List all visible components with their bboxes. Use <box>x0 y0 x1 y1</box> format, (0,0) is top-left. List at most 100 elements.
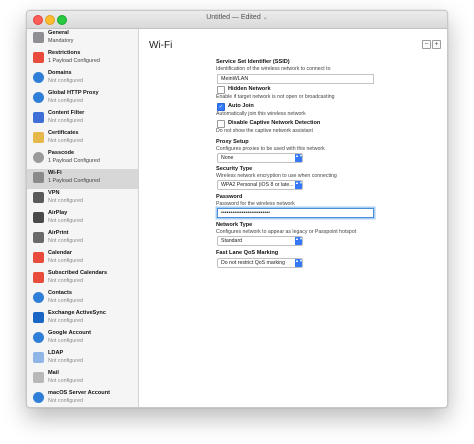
sidebar-item-label: Contacts <box>48 290 72 296</box>
key-icon <box>33 152 44 163</box>
sidebar-item[interactable]: Global HTTP Proxy Not configured <box>27 89 138 109</box>
sidebar-item-label: General <box>48 30 69 36</box>
globe-icon <box>33 292 44 303</box>
payload-sidebar: General Mandatory Restrictions 1 Payload Co… <box>27 29 139 407</box>
sidebar-item-status: Not configured <box>48 298 84 304</box>
sidebar-item-label: Exchange ActiveSync <box>48 310 106 316</box>
proxy-setup-select[interactable]: None ▲▼ <box>217 153 303 163</box>
sidebar-item[interactable]: Content Filter Not configured <box>27 109 138 129</box>
sidebar-item-status: Mandatory <box>48 38 74 44</box>
proxy-setup-label: Proxy Setup <box>216 139 249 145</box>
vpn-icon <box>33 192 44 203</box>
window-title-text: Untitled — Edited <box>206 14 261 21</box>
restrictions-icon <box>33 52 44 63</box>
network-type-value: Standard <box>221 238 243 244</box>
sidebar-item[interactable]: LDAP Not configured <box>27 349 138 369</box>
sidebar-item[interactable]: Mail Not configured <box>27 369 138 389</box>
hidden-network-checkbox[interactable] <box>217 86 225 94</box>
exchange-icon <box>33 312 44 323</box>
sidebar-item[interactable]: Domains Not configured <box>27 69 138 89</box>
sidebar-item[interactable]: Calendar Not configured <box>27 249 138 269</box>
qos-marking-value: Do not restrict QoS marking <box>221 260 286 266</box>
sidebar-item-status: Not configured <box>48 138 84 144</box>
sidebar-item-label: Content Filter <box>48 110 85 116</box>
sidebar-item[interactable]: AirPlay Not configured <box>27 209 138 229</box>
sidebar-item-label: Subscribed Calendars <box>48 270 108 276</box>
auto-join-checkbox[interactable]: ✓ <box>217 103 225 111</box>
qos-marking-select[interactable]: Do not restrict QoS marking ▲▼ <box>217 258 303 268</box>
profile-manager-window: Untitled — Edited ⌄ General Mandatory Restr… <box>26 10 448 408</box>
sidebar-item-label: Global HTTP Proxy <box>48 90 99 96</box>
select-arrows-icon: ▲▼ <box>295 154 303 162</box>
sidebar-item[interactable]: macOS Server Account Not configured <box>27 389 138 407</box>
sidebar-item[interactable]: Certificates Not configured <box>27 129 138 149</box>
certificate-icon <box>33 132 44 143</box>
sidebar-item-label: Certificates <box>48 130 79 136</box>
sidebar-item[interactable]: Subscribed Calendars Not configured <box>27 269 138 289</box>
globe-icon <box>33 72 44 83</box>
sidebar-item[interactable]: Wi-Fi 1 Payload Configured <box>27 169 138 189</box>
hidden-network-description: Enable if target network is not open or … <box>216 94 335 100</box>
sidebar-item[interactable]: Passcode 1 Payload Configured <box>27 149 138 169</box>
sidebar-item-status: Not configured <box>48 378 84 384</box>
sidebar-item-status: Not configured <box>48 358 84 364</box>
proxy-setup-description: Configures proxies to be used with this … <box>216 146 325 152</box>
ssid-description: Identification of the wireless network t… <box>216 66 331 72</box>
security-type-label: Security Type <box>216 166 253 172</box>
sidebar-item-status: Not configured <box>48 198 84 204</box>
captive-network-checkbox[interactable] <box>217 120 225 128</box>
sidebar-item[interactable]: Google Account Not configured <box>27 329 138 349</box>
select-arrows-icon: ▲▼ <box>295 181 303 189</box>
sidebar-item-label: Passcode <box>48 150 75 156</box>
wifi-payload-pane: Wi-Fi − + Service Set Identifier (SSID) … <box>139 29 447 407</box>
airplay-icon <box>33 212 44 223</box>
ssid-input[interactable]: MeinWLAN <box>217 74 374 84</box>
sidebar-item-label: Calendar <box>48 250 72 256</box>
calendar-icon <box>33 252 44 263</box>
network-type-label: Network Type <box>216 222 253 228</box>
sidebar-item-label: macOS Server Account <box>48 390 110 396</box>
ssid-label: Service Set Identifier (SSID) <box>216 59 290 65</box>
add-payload-button[interactable]: + <box>432 40 441 49</box>
select-arrows-icon: ▲▼ <box>295 259 303 267</box>
select-arrows-icon: ▲▼ <box>295 237 303 245</box>
auto-join-description: Automatically join this wireless network <box>216 111 306 117</box>
sidebar-item[interactable]: Exchange ActiveSync Not configured <box>27 309 138 329</box>
sidebar-item-label: Domains <box>48 70 72 76</box>
sidebar-item-label: Wi-Fi <box>48 170 62 176</box>
security-type-select[interactable]: WPA2 Personal (iOS 8 or late... ▲▼ <box>217 180 303 190</box>
password-label: Password <box>216 194 243 200</box>
sidebar-item-status: Not configured <box>48 398 84 404</box>
proxy-setup-value: None <box>221 155 234 161</box>
sidebar-item-status: Not configured <box>48 258 84 264</box>
network-type-select[interactable]: Standard ▲▼ <box>217 236 303 246</box>
sidebar-item-label: LDAP <box>48 350 64 356</box>
sidebar-item[interactable]: Contacts Not configured <box>27 289 138 309</box>
wifi-icon <box>33 172 44 183</box>
general-icon <box>33 32 44 43</box>
captive-network-description: Do not show the captive network assistan… <box>216 128 313 134</box>
sidebar-item[interactable]: AirPrint Not configured <box>27 229 138 249</box>
password-input[interactable]: •••••••••••••••••••••••••• <box>217 208 374 218</box>
mail-icon <box>33 372 44 383</box>
sidebar-item[interactable]: VPN Not configured <box>27 189 138 209</box>
remove-payload-button[interactable]: − <box>422 40 431 49</box>
sidebar-item-status: Not configured <box>48 278 84 284</box>
sidebar-item-status: Not configured <box>48 338 84 344</box>
sidebar-item-status: Not configured <box>48 78 84 84</box>
auto-join-label: Auto Join <box>228 103 254 109</box>
network-type-description: Configures network to appear as legacy o… <box>216 229 357 235</box>
printer-icon <box>33 232 44 243</box>
sidebar-item-status: Not configured <box>48 238 84 244</box>
sidebar-item[interactable]: General Mandatory <box>27 29 138 49</box>
title-bar: Untitled — Edited ⌄ <box>27 11 447 29</box>
security-type-description: Wireless network encryption to use when … <box>216 173 337 179</box>
window-title[interactable]: Untitled — Edited ⌄ <box>27 14 447 21</box>
sidebar-item-status: Not configured <box>48 218 84 224</box>
qos-marking-label: Fast Lane QoS Marking <box>216 250 279 256</box>
sidebar-item-status: Not configured <box>48 98 84 104</box>
ldap-icon <box>33 352 44 363</box>
sidebar-item-status: Not configured <box>48 118 84 124</box>
sidebar-item-label: Mail <box>48 370 59 376</box>
sidebar-item[interactable]: Restrictions 1 Payload Configured <box>27 49 138 69</box>
